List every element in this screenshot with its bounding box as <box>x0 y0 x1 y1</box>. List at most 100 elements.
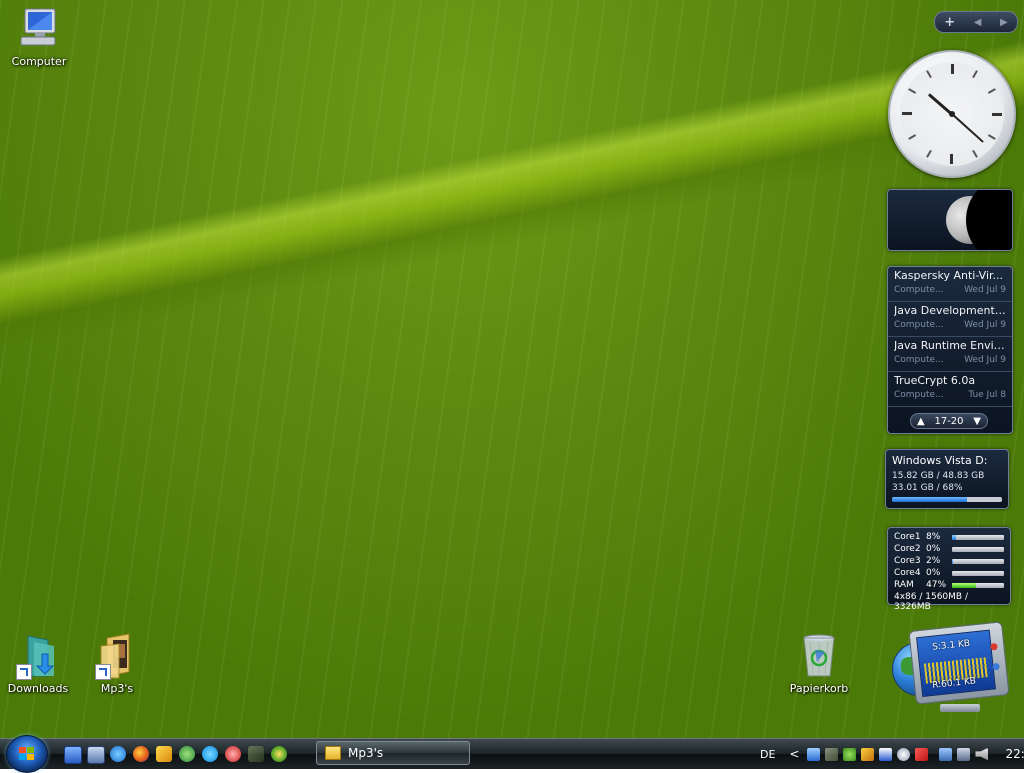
switch-windows-icon[interactable] <box>87 746 105 764</box>
taskbar: Mp3's DE < 22:46 <box>0 735 1024 773</box>
core-bar <box>952 570 1004 576</box>
core-name: Core2 <box>894 544 921 554</box>
ram-name: RAM <box>894 580 914 590</box>
clock-center-pin <box>949 111 955 117</box>
skype-icon[interactable] <box>202 746 218 762</box>
clock-tray-icon[interactable] <box>897 747 911 761</box>
drive-free-space: 15.82 GB / 48.83 GB <box>892 471 985 481</box>
clock-tick <box>972 149 978 158</box>
cpu-summary: 4x86 / 1560MB / 3326MB <box>894 592 968 612</box>
drive-usage-fill <box>892 497 967 502</box>
media-player-icon[interactable] <box>271 746 287 762</box>
downloads-label: Downloads <box>7 682 69 695</box>
clock-tick <box>908 88 917 94</box>
lightning-app-icon[interactable] <box>156 746 172 762</box>
clock-tick <box>950 154 953 164</box>
clock-tick <box>951 64 954 74</box>
volume-icon[interactable] <box>975 747 989 761</box>
feed-item[interactable]: Java Runtime Envir... Compute... Wed Jul … <box>888 337 1012 372</box>
core-name: Core3 <box>894 556 921 566</box>
feed-item[interactable]: Kaspersky Anti-Vir... Compute... Wed Jul … <box>888 267 1012 302</box>
feed-item-date: Wed Jul 9 <box>964 355 1006 365</box>
opera-icon[interactable] <box>225 746 241 762</box>
core-value: 8% <box>926 532 941 542</box>
cpu-row-core1: Core1 8% <box>894 531 1004 543</box>
feed-item-title: TrueCrypt 6.0a <box>894 374 976 387</box>
add-gadget-button[interactable]: + <box>944 15 955 30</box>
feed-item-title: Java Runtime Envir... <box>894 339 1006 352</box>
feed-item[interactable]: Java Development ... Compute... Wed Jul 9 <box>888 302 1012 337</box>
monitor-stand <box>940 704 980 712</box>
truecrypt-tray-icon[interactable] <box>879 747 893 761</box>
cpu-row-core2: Core2 0% <box>894 543 1004 555</box>
start-button[interactable] <box>6 735 48 773</box>
clock-tick <box>902 112 912 115</box>
feed-item[interactable]: TrueCrypt 6.0a Compute... Tue Jul 8 <box>888 372 1012 407</box>
feed-item-source: Compute... <box>894 355 944 365</box>
network-tray-icon[interactable] <box>807 747 821 761</box>
core-value: 0% <box>926 568 941 578</box>
clock-tick <box>987 88 996 94</box>
drive-used-space: 33.01 GB / 68% <box>892 483 963 493</box>
drive-title: Windows Vista D: <box>892 454 988 467</box>
mp3s-folder-icon <box>93 632 141 680</box>
recycle-bin-label: Papierkorb <box>789 682 849 695</box>
lightning-tray-icon[interactable] <box>861 747 875 761</box>
downloads-desktop-icon[interactable]: Downloads <box>3 632 73 695</box>
display-tray-icon[interactable] <box>939 747 953 761</box>
feed-next-arrow-icon[interactable]: ▼ <box>973 416 981 427</box>
windows-flag-icon <box>19 747 35 761</box>
cpu-meter-gadget[interactable]: Core1 8% Core2 0% Core3 2% Core4 0% RAM … <box>887 527 1011 612</box>
network-screen: S:3.1 KB R:60.1 KB <box>916 629 996 698</box>
core-value: 2% <box>926 556 941 566</box>
next-gadgets-button[interactable]: ▶ <box>1000 17 1008 28</box>
mp3s-desktop-icon[interactable]: Mp3's <box>82 632 152 695</box>
feed-item-source: Compute... <box>894 285 944 295</box>
computer-label: Computer <box>11 55 67 68</box>
feed-item-title: Kaspersky Anti-Vir... <box>894 269 1004 282</box>
clock-tick <box>926 149 932 158</box>
notification-area: DE < 22:46 <box>760 739 1024 769</box>
moon-phase-gadget[interactable] <box>887 189 1013 251</box>
language-indicator[interactable]: DE <box>760 748 775 761</box>
network-meter-gadget[interactable]: S:3.1 KB R:60.1 KB <box>890 620 1014 720</box>
feed-pager: ▲ 17-20 ▼ <box>910 413 988 429</box>
show-desktop-icon[interactable] <box>64 746 82 764</box>
taskbar-button-label: Mp3's <box>348 746 384 760</box>
ram-bar <box>952 582 1004 588</box>
firefox-icon[interactable] <box>133 746 149 762</box>
show-hidden-icons-arrow-icon[interactable]: < <box>789 747 799 761</box>
monitor-icon: S:3.1 KB R:60.1 KB <box>908 621 1010 705</box>
taskbar-button-mp3s[interactable]: Mp3's <box>316 741 470 765</box>
recycle-bin-desktop-icon[interactable]: Papierkorb <box>784 632 854 695</box>
adobe-tray-icon[interactable] <box>915 747 929 761</box>
drive-usage-bar <box>892 497 1002 502</box>
monitor-indicator-icon <box>990 642 998 651</box>
sidebar-controls: + ◀ ▶ <box>934 11 1018 33</box>
internet-explorer-icon[interactable] <box>110 746 126 762</box>
antivirus-tray-icon[interactable] <box>843 747 857 761</box>
feed-item-title: Java Development ... <box>894 304 1006 317</box>
previous-gadgets-button[interactable]: ◀ <box>974 17 982 28</box>
feed-item-source: Compute... <box>894 320 944 330</box>
feed-previous-arrow-icon[interactable]: ▲ <box>917 416 925 427</box>
network-connection-tray-icon[interactable] <box>957 747 971 761</box>
computer-desktop-icon[interactable]: Computer <box>4 5 74 68</box>
pen-tool-icon[interactable] <box>248 746 264 762</box>
clock-gadget[interactable] <box>888 50 1016 178</box>
drive-meter-gadget[interactable]: Windows Vista D: 15.82 GB / 48.83 GB 33.… <box>885 449 1009 509</box>
clock-minute-hand <box>951 113 984 143</box>
core-bar <box>952 534 1004 540</box>
feed-item-source: Compute... <box>894 390 944 400</box>
core-name: Core4 <box>894 568 921 578</box>
ram-value: 47% <box>926 580 947 590</box>
pen-tray-icon[interactable] <box>825 747 839 761</box>
feed-item-date: Wed Jul 9 <box>964 285 1006 295</box>
core-value: 0% <box>926 544 941 554</box>
core-bar-fill <box>952 558 954 564</box>
recycle-bin-icon <box>795 632 843 680</box>
messenger-icon[interactable] <box>179 746 195 762</box>
folder-icon <box>325 746 341 760</box>
system-clock[interactable]: 22:46 <box>1005 747 1024 761</box>
clock-tick <box>972 70 978 79</box>
